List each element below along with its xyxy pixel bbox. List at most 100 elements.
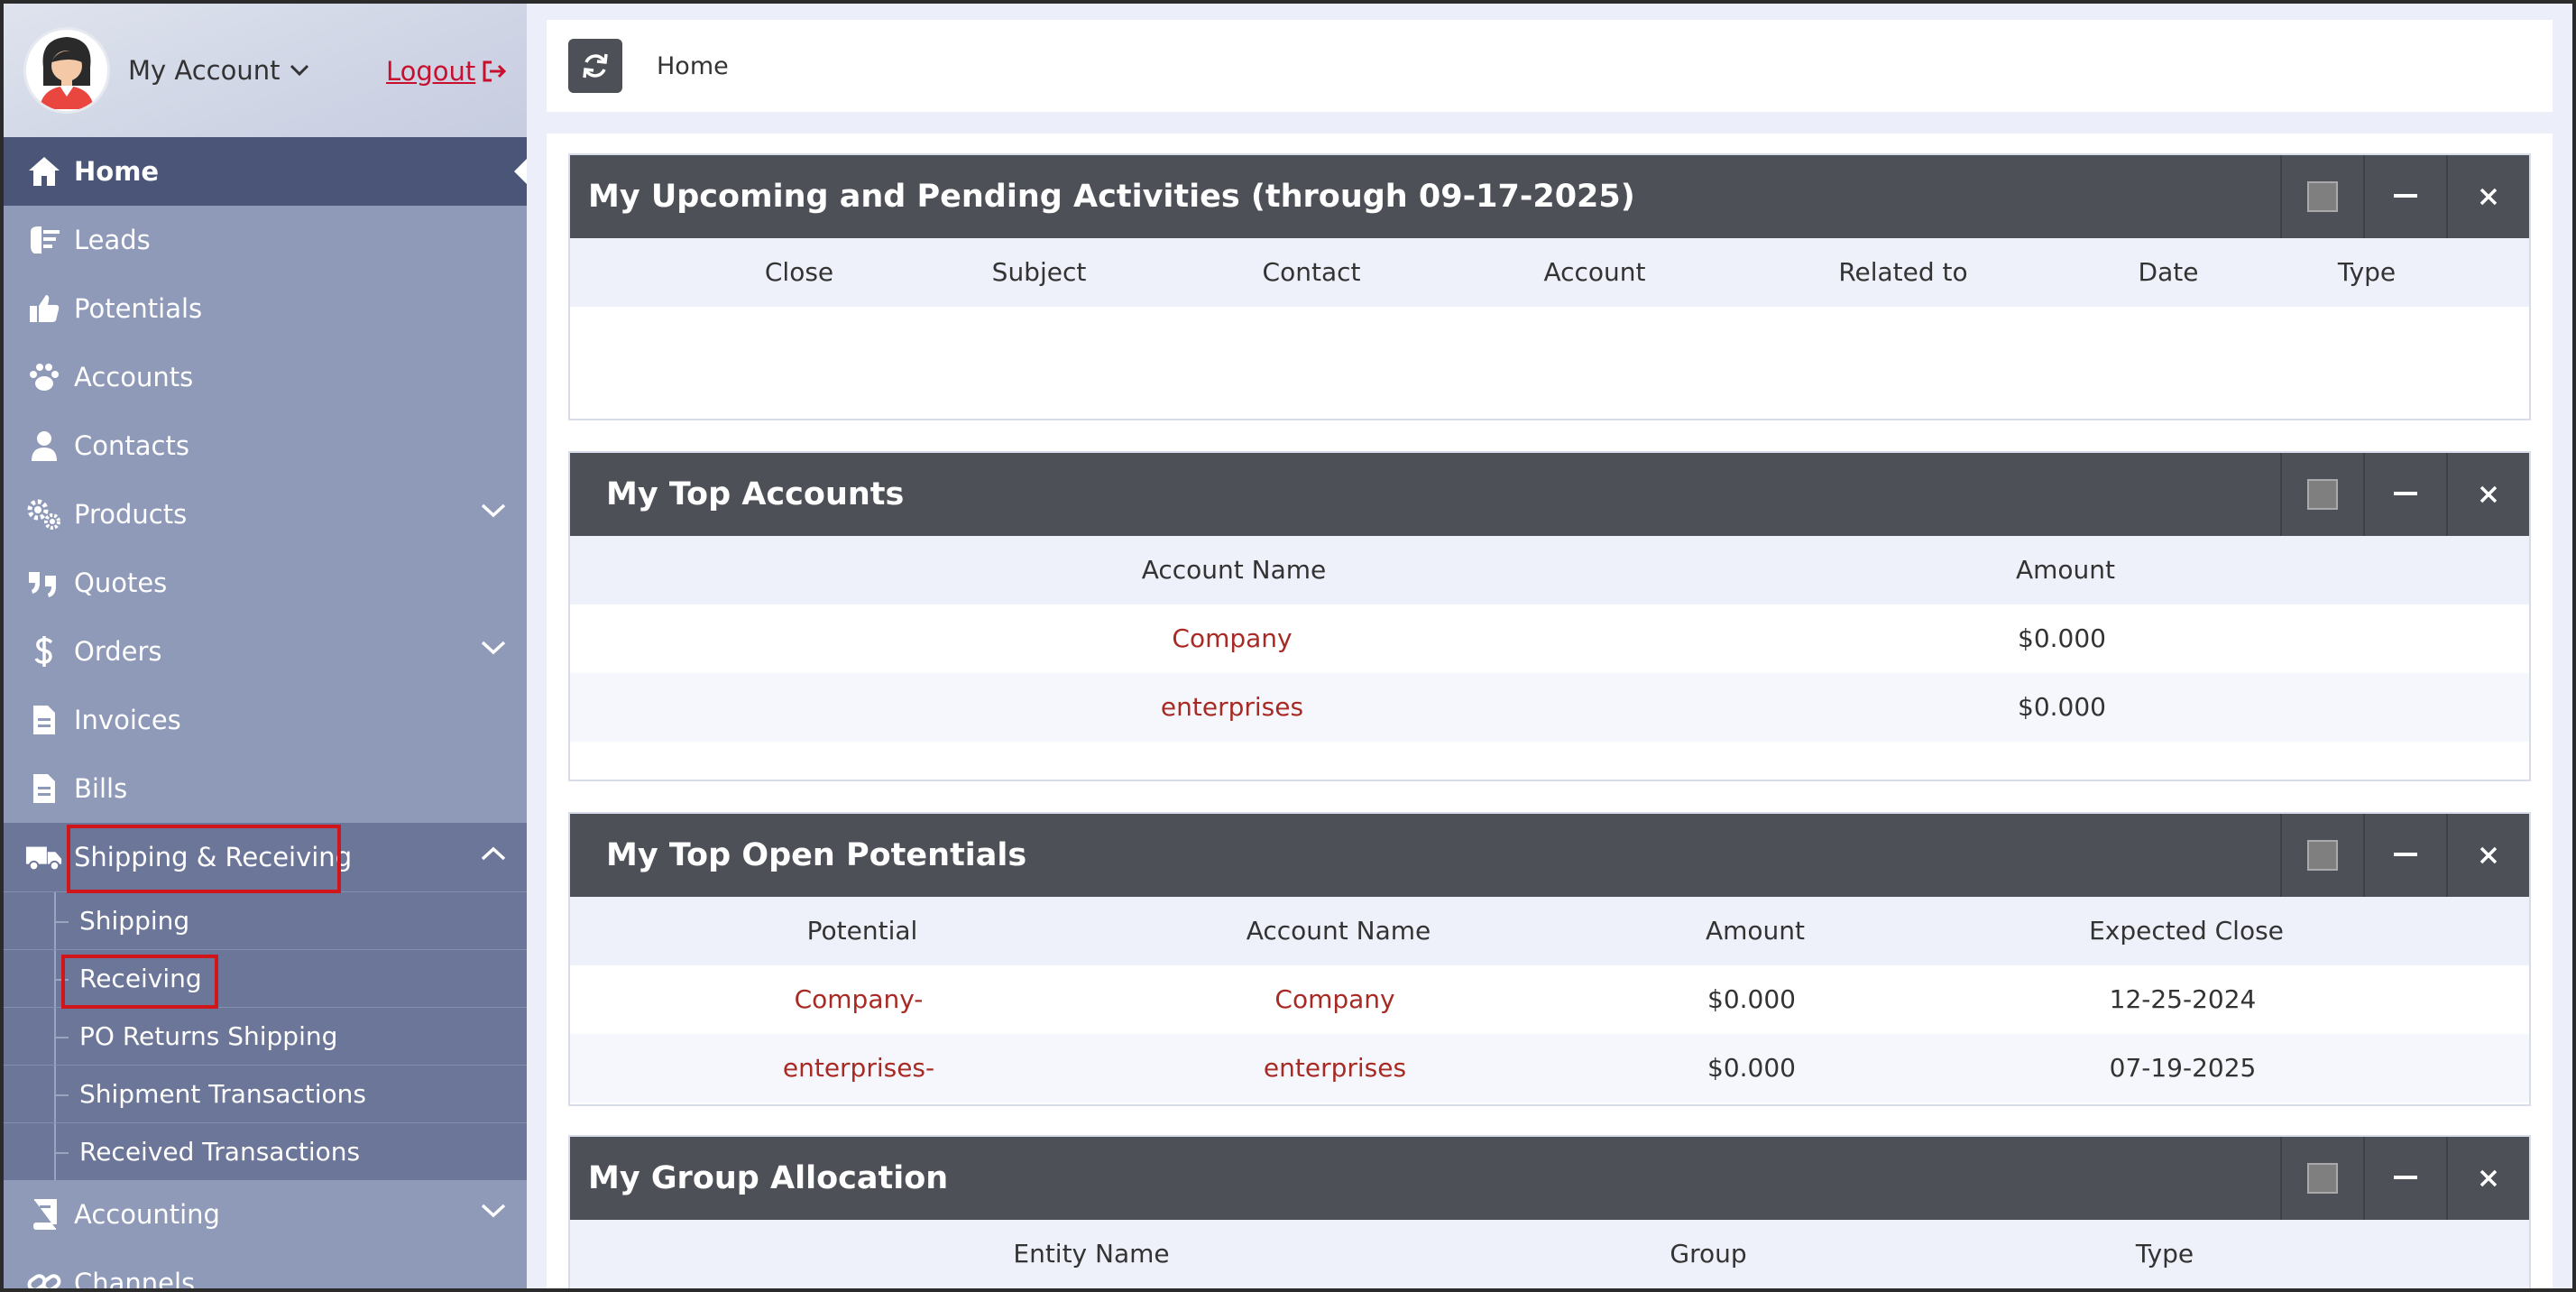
- widget-tools: [2280, 1137, 2529, 1220]
- minus-icon: [2394, 1176, 2417, 1179]
- maximize-button[interactable]: [2280, 814, 2363, 897]
- main-content: Home My Upcoming and Pending Activities …: [527, 4, 2572, 1288]
- sidebar-item-potentials[interactable]: Potentials: [4, 274, 527, 343]
- column-header[interactable]: Date: [2139, 238, 2199, 307]
- widget-header: My Group Allocation: [570, 1137, 2529, 1220]
- minimize-button[interactable]: [2363, 1137, 2446, 1220]
- close-button[interactable]: [2446, 453, 2529, 536]
- home-icon: [25, 152, 63, 190]
- close-button[interactable]: [2446, 1137, 2529, 1220]
- sidebar-item-label: Potentials: [74, 293, 203, 324]
- minimize-button[interactable]: [2363, 814, 2446, 897]
- account-name-link[interactable]: Company: [1172, 604, 1292, 673]
- sidebar-item-accounts[interactable]: Accounts: [4, 343, 527, 411]
- potential-link[interactable]: Company-: [795, 965, 924, 1034]
- sidebar-item-leads[interactable]: Leads: [4, 206, 527, 274]
- account-name-link[interactable]: enterprises: [1264, 1034, 1406, 1103]
- sidebar-item-label: Contacts: [74, 430, 189, 461]
- column-header[interactable]: Potential: [807, 897, 918, 965]
- breadcrumb[interactable]: Home: [657, 52, 729, 80]
- highlight-receiving: [61, 955, 218, 1009]
- submenu-item-received-transactions[interactable]: Received Transactions: [4, 1122, 527, 1180]
- expected-close-value: 12-25-2024: [2109, 984, 2257, 1014]
- close-button[interactable]: [2446, 155, 2529, 238]
- refresh-button[interactable]: [568, 39, 622, 93]
- sidebar-item-home[interactable]: Home: [4, 137, 527, 206]
- sidebar-item-products[interactable]: Products: [4, 480, 527, 549]
- potential-link[interactable]: enterprises-: [783, 1034, 934, 1103]
- table-row: Company- Company $0.000 12-25-2024: [570, 965, 2529, 1034]
- widget-header: My Top Open Potentials: [570, 814, 2529, 897]
- submenu-item-shipment-transactions[interactable]: Shipment Transactions: [4, 1065, 527, 1122]
- widget-title: My Group Allocation: [588, 1160, 949, 1196]
- column-header[interactable]: Type: [2338, 238, 2396, 307]
- square-icon: [2307, 1163, 2338, 1194]
- account-name-link[interactable]: enterprises: [1161, 673, 1303, 742]
- sidebar-item-label: Invoices: [74, 705, 181, 735]
- sidebar-item-label: Orders: [74, 636, 162, 667]
- user-icon: [25, 427, 63, 465]
- truck-icon: [25, 838, 63, 876]
- sidebar-item-label: Home: [74, 156, 160, 187]
- widget-top-potentials: My Top Open Potentials Potential Account…: [568, 812, 2531, 1106]
- widget-title: My Top Open Potentials: [606, 837, 1027, 873]
- amount-value: $0.000: [1707, 1053, 1796, 1083]
- my-account-menu[interactable]: My Account: [128, 55, 309, 86]
- column-header[interactable]: Expected Close: [2089, 897, 2284, 965]
- maximize-button[interactable]: [2280, 1137, 2363, 1220]
- close-icon: [2479, 485, 2498, 503]
- minus-icon: [2394, 194, 2417, 198]
- sidebar-item-label: Products: [74, 499, 188, 530]
- submenu-item-label: PO Returns Shipping: [79, 1021, 338, 1051]
- submenu-item-label: Shipping: [79, 906, 190, 936]
- chevron-down-icon: [481, 503, 506, 518]
- sidebar-item-bills[interactable]: Bills: [4, 754, 527, 823]
- column-header[interactable]: Amount: [1706, 897, 1805, 965]
- close-button[interactable]: [2446, 814, 2529, 897]
- sidebar-item-quotes[interactable]: Quotes: [4, 549, 527, 617]
- submenu-item-po-returns-shipping[interactable]: PO Returns Shipping: [4, 1007, 527, 1065]
- paw-icon: [25, 358, 63, 396]
- submenu-item-label: Shipment Transactions: [79, 1079, 366, 1109]
- sidebar-item-channels[interactable]: Channels: [4, 1249, 527, 1288]
- account-name-link[interactable]: Company: [1274, 965, 1394, 1034]
- submenu-item-shipping[interactable]: Shipping: [4, 891, 527, 949]
- square-icon: [2307, 479, 2338, 510]
- thumbs-up-icon: [25, 290, 63, 328]
- column-header[interactable]: Amount: [2016, 536, 2115, 604]
- column-header[interactable]: Group: [1670, 1220, 1746, 1288]
- minimize-button[interactable]: [2363, 453, 2446, 536]
- column-header[interactable]: Account Name: [1142, 536, 1327, 604]
- maximize-button[interactable]: [2280, 453, 2363, 536]
- maximize-button[interactable]: [2280, 155, 2363, 238]
- sidebar-item-invoices[interactable]: Invoices: [4, 686, 527, 754]
- expected-close-value: 07-19-2025: [2109, 1053, 2257, 1083]
- sidebar-item-orders[interactable]: Orders: [4, 617, 527, 686]
- column-header[interactable]: Close: [765, 238, 833, 307]
- widget-title: My Top Accounts: [606, 476, 905, 512]
- square-icon: [2307, 840, 2338, 871]
- widget-header: My Upcoming and Pending Activities (thro…: [570, 155, 2529, 238]
- logout-link[interactable]: Logout: [386, 56, 508, 87]
- column-header[interactable]: Entity Name: [1013, 1220, 1169, 1288]
- column-header[interactable]: Contact: [1263, 238, 1361, 307]
- logout-label: Logout: [386, 56, 476, 87]
- table-row: Company $0.000: [570, 604, 2529, 673]
- sidebar-item-accounting[interactable]: Accounting: [4, 1180, 527, 1249]
- column-header[interactable]: Related to: [1838, 238, 1967, 307]
- column-header[interactable]: Type: [2136, 1220, 2194, 1288]
- avatar[interactable]: [23, 27, 110, 114]
- widget-tools: [2280, 155, 2529, 238]
- minimize-button[interactable]: [2363, 155, 2446, 238]
- column-header[interactable]: Account: [1543, 238, 1645, 307]
- dashboard-panel: My Upcoming and Pending Activities (thro…: [547, 134, 2553, 1288]
- sidebar-item-contacts[interactable]: Contacts: [4, 411, 527, 480]
- table-header: Entity Name Group Type: [570, 1220, 2529, 1288]
- app-frame: My Account Logout Home Leads Potentials …: [0, 0, 2576, 1292]
- column-header[interactable]: Subject: [992, 238, 1087, 307]
- highlight-shipping-receiving: [67, 825, 341, 893]
- sidebar-item-label: Quotes: [74, 568, 168, 598]
- column-header[interactable]: Account Name: [1247, 897, 1431, 965]
- dollar-icon: [25, 632, 63, 670]
- chevron-up-icon: [481, 846, 506, 861]
